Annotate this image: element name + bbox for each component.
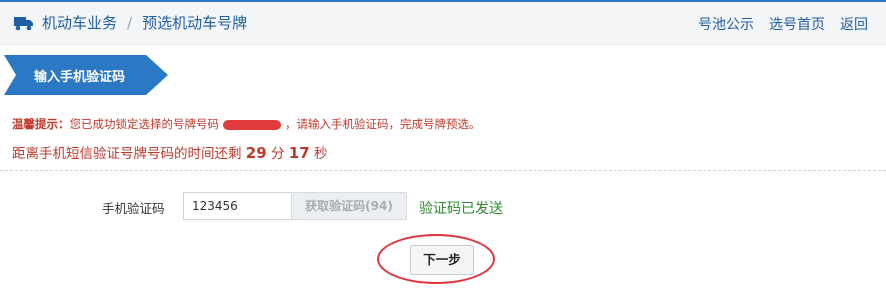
truck-icon <box>14 15 34 31</box>
back-link[interactable]: 返回 <box>840 14 868 34</box>
step-banner: 输入手机验证码 <box>4 55 168 95</box>
notice-text-before: 您已成功锁定选择的号牌号码 <box>69 117 220 131</box>
selection-home-link[interactable]: 选号首页 <box>769 14 825 34</box>
top-bar: 机动车业务 / 预选机动车号牌 号池公示 选号首页 返回 <box>0 0 886 45</box>
get-code-button[interactable]: 获取验证码(94) <box>291 192 407 220</box>
top-links: 号池公示 选号首页 返回 <box>683 14 868 34</box>
redacted-plate-number <box>223 119 281 130</box>
breadcrumb: 机动车业务 / 预选机动车号牌 <box>14 12 247 33</box>
breadcrumb-home[interactable]: 机动车业务 <box>42 12 117 33</box>
countdown-minutes: 29 <box>245 144 267 162</box>
countdown-second-unit: 秒 <box>313 146 328 162</box>
verification-code-label: 手机验证码 <box>102 201 165 216</box>
code-sent-status: 验证码已发送 <box>419 201 503 217</box>
breadcrumb-current: 预选机动车号牌 <box>142 14 248 32</box>
notice-title: 温馨提示： <box>12 117 70 131</box>
countdown-seconds: 17 <box>288 144 310 162</box>
next-step-button[interactable]: 下一步 <box>410 245 474 275</box>
pool-notice-link[interactable]: 号池公示 <box>698 14 754 34</box>
notice-text-after: ，请输入手机验证码，完成号牌预选。 <box>285 117 481 131</box>
countdown-minute-unit: 分 <box>270 146 285 162</box>
verification-code-input[interactable] <box>183 192 291 220</box>
notice: 温馨提示：您已成功锁定选择的号牌号码 ，请输入手机验证码，完成号牌预选。 <box>12 116 481 132</box>
step-label: 输入手机验证码 <box>34 70 126 85</box>
divider <box>0 170 886 171</box>
breadcrumb-separator: / <box>127 13 133 32</box>
countdown: 距离手机短信验证号牌号码的时间还剩 29 分 17 秒 <box>12 142 327 162</box>
countdown-prefix: 距离手机短信验证号牌号码的时间还剩 <box>12 146 242 162</box>
